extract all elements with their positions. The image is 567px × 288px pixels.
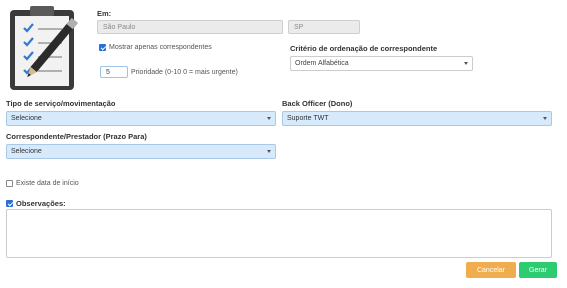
tipo-value: Selecione bbox=[11, 115, 42, 122]
criterio-label: Critério de ordenação de correspondente bbox=[290, 44, 438, 53]
prioridade-label: Prioridade (0-10 0 = mais urgente) bbox=[131, 68, 238, 76]
prioridade-input[interactable]: 5 bbox=[100, 66, 128, 78]
tipo-select[interactable]: Selecione bbox=[6, 111, 276, 126]
city-field: São Paulo bbox=[97, 20, 283, 34]
em-label: Em: bbox=[97, 9, 112, 18]
mostrar-label: Mostrar apenas correspondentes bbox=[109, 44, 212, 51]
correspondente-label: Correspondente/Prestador (Prazo Para) bbox=[6, 132, 147, 141]
cancel-button[interactable]: Cancelar bbox=[466, 262, 516, 278]
cancel-button-label: Cancelar bbox=[476, 266, 505, 274]
back-office-label: Back Officer (Dono) bbox=[282, 99, 353, 108]
clipboard-checklist-icon bbox=[2, 2, 88, 94]
existe-checkbox[interactable] bbox=[6, 180, 13, 187]
observacoes-label: Observações: bbox=[16, 199, 66, 208]
chevron-down-icon bbox=[464, 62, 468, 65]
mostrar-checkbox[interactable] bbox=[99, 44, 106, 51]
mostrar-row[interactable]: Mostrar apenas correspondentes bbox=[99, 44, 212, 51]
observacoes-checkbox[interactable] bbox=[6, 200, 13, 207]
chevron-down-icon bbox=[543, 117, 547, 120]
tipo-label: Tipo de serviço/movimentação bbox=[6, 99, 116, 108]
generate-button[interactable]: Gerar bbox=[519, 262, 557, 278]
existe-label: Existe data de início bbox=[16, 180, 79, 187]
state-value: SP bbox=[294, 23, 304, 31]
observacoes-row: Observações: bbox=[6, 199, 66, 208]
correspondente-select[interactable]: Selecione bbox=[6, 144, 276, 159]
criterio-value: Ordem Alfabética bbox=[295, 60, 349, 67]
prioridade-row: 5 Prioridade (0-10 0 = mais urgente) bbox=[100, 66, 238, 78]
state-field: SP bbox=[288, 20, 360, 34]
chevron-down-icon bbox=[267, 117, 271, 120]
criterio-select[interactable]: Ordem Alfabética bbox=[290, 56, 473, 71]
back-office-select[interactable]: Suporte TWT bbox=[282, 111, 552, 126]
prioridade-value: 5 bbox=[106, 68, 110, 76]
existe-row[interactable]: Existe data de início bbox=[6, 180, 79, 187]
observacoes-textarea[interactable] bbox=[6, 209, 552, 258]
correspondente-value: Selecione bbox=[11, 148, 42, 155]
generate-button-label: Gerar bbox=[529, 266, 547, 274]
chevron-down-icon bbox=[267, 150, 271, 153]
city-value: São Paulo bbox=[103, 23, 136, 31]
back-office-value: Suporte TWT bbox=[287, 115, 329, 122]
